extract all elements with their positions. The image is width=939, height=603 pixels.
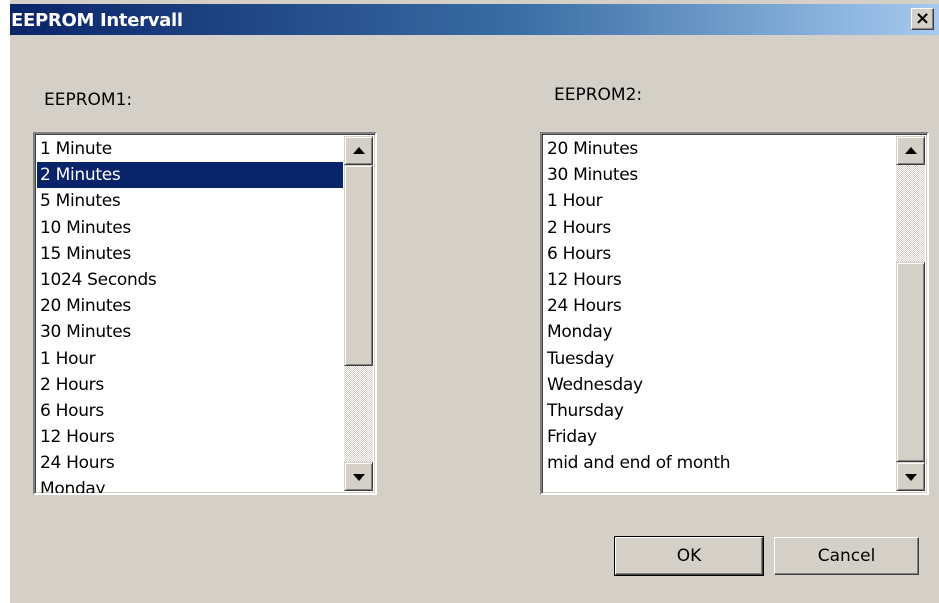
list-item[interactable]: Thursday — [544, 398, 895, 424]
eeprom1-listbox[interactable]: 1 Minute 2 Minutes 5 Minutes 10 Minutes 15 M… — [33, 132, 377, 495]
list-item[interactable]: 12 Hours — [544, 267, 895, 293]
eeprom2-scroll-down-button[interactable] — [896, 462, 925, 491]
list-item[interactable]: Tuesday — [544, 346, 895, 372]
list-item[interactable]: 20 Minutes — [544, 136, 895, 162]
list-item[interactable]: 30 Minutes — [544, 162, 895, 188]
eeprom1-scroll-down-button[interactable] — [344, 462, 373, 491]
list-item[interactable]: 6 Hours — [544, 241, 895, 267]
eeprom2-scroll-up-button[interactable] — [896, 136, 925, 165]
list-item[interactable]: 24 Hours — [37, 450, 343, 476]
eeprom1-scroll-thumb[interactable] — [344, 165, 373, 366]
eeprom1-scroll-up-button[interactable] — [344, 136, 373, 165]
close-icon: × — [914, 8, 931, 29]
eeprom2-label: EEPROM2: — [554, 85, 643, 105]
ok-button[interactable]: OK — [614, 536, 764, 576]
title-bar[interactable]: EEPROM Intervall × — [10, 4, 939, 35]
close-button[interactable]: × — [911, 8, 934, 30]
list-item[interactable]: 10 Minutes — [37, 215, 343, 241]
list-item[interactable]: 1 Minute — [37, 136, 343, 162]
eeprom2-items: 20 Minutes 30 Minutes 1 Hour 2 Hours 6 Hours… — [544, 136, 895, 476]
scroll-down-arrow-icon — [353, 474, 365, 481]
list-item[interactable]: 24 Hours — [544, 293, 895, 319]
list-item[interactable]: 20 Minutes — [37, 293, 343, 319]
list-item[interactable]: Friday — [544, 424, 895, 450]
eeprom2-scrollbar[interactable] — [896, 136, 925, 491]
list-item[interactable]: 1 Hour — [544, 188, 895, 214]
cancel-button[interactable]: Cancel — [774, 537, 919, 575]
list-item[interactable]: 5 Minutes — [37, 188, 343, 214]
list-item[interactable]: 1 Hour — [37, 346, 343, 372]
eeprom1-label: EEPROM1: — [44, 90, 133, 110]
eeprom-interval-dialog: EEPROM Intervall × EEPROM1: EEPROM2: 1 M… — [10, 0, 939, 603]
list-item[interactable]: 2 Minutes — [37, 162, 343, 189]
window-title: EEPROM Intervall — [11, 10, 183, 31]
scroll-up-arrow-icon — [353, 147, 365, 154]
list-item[interactable]: 6 Hours — [37, 398, 343, 424]
list-item[interactable]: Monday — [544, 319, 895, 345]
scroll-down-arrow-icon — [905, 474, 917, 481]
list-item[interactable]: 15 Minutes — [37, 241, 343, 267]
list-item[interactable]: 1024 Seconds — [37, 267, 343, 293]
scroll-up-arrow-icon — [905, 147, 917, 154]
eeprom2-listbox[interactable]: 20 Minutes 30 Minutes 1 Hour 2 Hours 6 Hours… — [540, 132, 929, 495]
list-item[interactable]: Wednesday — [544, 372, 895, 398]
eeprom1-scrollbar[interactable] — [344, 136, 373, 491]
list-item[interactable]: mid and end of month — [544, 450, 895, 476]
list-item[interactable]: Monday — [37, 476, 343, 493]
list-item[interactable]: 30 Minutes — [37, 319, 343, 345]
list-item[interactable]: 12 Hours — [37, 424, 343, 450]
eeprom1-items: 1 Minute 2 Minutes 5 Minutes 10 Minutes 15 M… — [37, 136, 343, 493]
eeprom2-scroll-thumb[interactable] — [896, 262, 925, 462]
list-item[interactable]: 2 Hours — [544, 215, 895, 241]
list-item[interactable]: 2 Hours — [37, 372, 343, 398]
